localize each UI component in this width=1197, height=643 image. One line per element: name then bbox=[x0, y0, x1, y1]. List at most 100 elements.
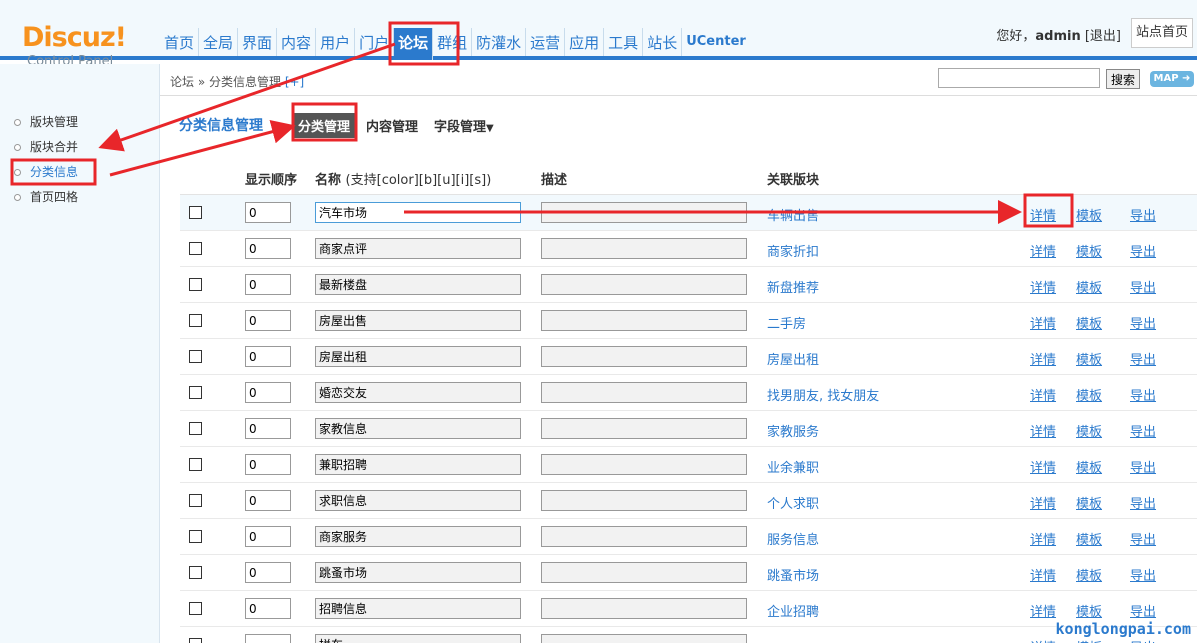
order-input[interactable] bbox=[245, 598, 291, 619]
row-checkbox[interactable] bbox=[189, 422, 202, 435]
logo[interactable]: Discuz! Control Panel bbox=[22, 24, 132, 70]
detail-link[interactable]: 详情 bbox=[1030, 529, 1056, 548]
template-link[interactable]: 模板 bbox=[1076, 385, 1102, 404]
detail-link[interactable]: 详情 bbox=[1030, 565, 1056, 584]
export-link[interactable]: 导出 bbox=[1130, 349, 1156, 368]
nav-item-7[interactable]: 群组 bbox=[433, 28, 473, 56]
order-input[interactable] bbox=[245, 562, 291, 583]
order-input[interactable] bbox=[245, 418, 291, 439]
sidebar-item-2[interactable]: 分类信息 bbox=[0, 160, 159, 185]
row-checkbox[interactable] bbox=[189, 206, 202, 219]
desc-input[interactable] bbox=[541, 382, 747, 403]
desc-input[interactable] bbox=[541, 346, 747, 367]
name-input[interactable] bbox=[315, 202, 521, 223]
row-checkbox[interactable] bbox=[189, 386, 202, 399]
linked-forum-link[interactable]: 业余兼职 bbox=[767, 457, 819, 476]
map-button[interactable]: MAP ➜ bbox=[1150, 71, 1194, 87]
export-link[interactable]: 导出 bbox=[1130, 457, 1156, 476]
name-input[interactable] bbox=[315, 490, 521, 511]
name-input[interactable] bbox=[315, 562, 521, 583]
order-input[interactable] bbox=[245, 346, 291, 367]
nav-item-12[interactable]: 站长 bbox=[643, 28, 683, 56]
name-input[interactable] bbox=[315, 418, 521, 439]
row-checkbox[interactable] bbox=[189, 314, 202, 327]
template-link[interactable]: 模板 bbox=[1076, 277, 1102, 296]
search-input[interactable] bbox=[938, 68, 1100, 88]
linked-forum-link[interactable]: 家教服务 bbox=[767, 421, 819, 440]
order-input[interactable] bbox=[245, 526, 291, 547]
export-link[interactable]: 导出 bbox=[1130, 493, 1156, 512]
linked-forum-link[interactable]: 跳蚤市场 bbox=[767, 565, 819, 584]
template-link[interactable]: 模板 bbox=[1076, 601, 1102, 620]
linked-forum-link[interactable]: 企业招聘 bbox=[767, 601, 819, 620]
template-link[interactable]: 模板 bbox=[1076, 421, 1102, 440]
site-home-button[interactable]: 站点首页 bbox=[1131, 18, 1193, 48]
template-link[interactable]: 模板 bbox=[1076, 493, 1102, 512]
template-link[interactable]: 模板 bbox=[1076, 529, 1102, 548]
sidebar-item-3[interactable]: 首页四格 bbox=[0, 185, 159, 210]
template-link[interactable]: 模板 bbox=[1076, 313, 1102, 332]
export-link[interactable]: 导出 bbox=[1130, 565, 1156, 584]
breadcrumb-add-link[interactable]: [+] bbox=[285, 75, 304, 89]
detail-link[interactable]: 详情 bbox=[1030, 241, 1056, 260]
export-link[interactable]: 导出 bbox=[1130, 241, 1156, 260]
nav-item-4[interactable]: 用户 bbox=[316, 28, 356, 56]
linked-forum-link[interactable]: 找男朋友, 找女朋友 bbox=[767, 385, 879, 404]
desc-input[interactable] bbox=[541, 598, 747, 619]
row-checkbox[interactable] bbox=[189, 278, 202, 291]
desc-input[interactable] bbox=[541, 202, 747, 223]
order-input[interactable] bbox=[245, 490, 291, 511]
nav-item-8[interactable]: 防灌水 bbox=[472, 28, 527, 56]
nav-item-13[interactable]: UCenter bbox=[682, 28, 750, 56]
detail-link[interactable]: 详情 bbox=[1030, 637, 1056, 643]
nav-item-10[interactable]: 应用 bbox=[565, 28, 605, 56]
row-checkbox[interactable] bbox=[189, 242, 202, 255]
detail-link[interactable]: 详情 bbox=[1030, 385, 1056, 404]
detail-link[interactable]: 详情 bbox=[1030, 313, 1056, 332]
name-input[interactable] bbox=[315, 274, 521, 295]
template-link[interactable]: 模板 bbox=[1076, 205, 1102, 224]
linked-forum-link[interactable]: 个人求职 bbox=[767, 493, 819, 512]
detail-link[interactable]: 详情 bbox=[1030, 277, 1056, 296]
linked-forum-link[interactable]: 服务信息 bbox=[767, 529, 819, 548]
export-link[interactable]: 导出 bbox=[1130, 385, 1156, 404]
export-link[interactable]: 导出 bbox=[1130, 601, 1156, 620]
name-input[interactable] bbox=[315, 238, 521, 259]
nav-item-3[interactable]: 内容 bbox=[277, 28, 317, 56]
export-link[interactable]: 导出 bbox=[1130, 313, 1156, 332]
desc-input[interactable] bbox=[541, 454, 747, 475]
desc-input[interactable] bbox=[541, 238, 747, 259]
order-input[interactable] bbox=[245, 202, 291, 223]
order-input[interactable] bbox=[245, 634, 291, 643]
name-input[interactable] bbox=[315, 382, 521, 403]
row-checkbox[interactable] bbox=[189, 530, 202, 543]
desc-input[interactable] bbox=[541, 274, 747, 295]
template-link[interactable]: 模板 bbox=[1076, 457, 1102, 476]
row-checkbox[interactable] bbox=[189, 638, 202, 643]
nav-item-1[interactable]: 全局 bbox=[199, 28, 239, 56]
desc-input[interactable] bbox=[541, 490, 747, 511]
nav-item-5[interactable]: 门户 bbox=[355, 28, 395, 56]
name-input[interactable] bbox=[315, 310, 521, 331]
detail-link[interactable]: 详情 bbox=[1030, 457, 1056, 476]
logout-link[interactable]: [退出] bbox=[1085, 29, 1121, 44]
sidebar-item-0[interactable]: 版块管理 bbox=[0, 110, 159, 135]
search-button[interactable]: 搜索 bbox=[1106, 69, 1140, 89]
tab-content-manage[interactable]: 内容管理 bbox=[360, 113, 424, 138]
linked-forum-link[interactable]: 房屋出租 bbox=[767, 349, 819, 368]
desc-input[interactable] bbox=[541, 310, 747, 331]
export-link[interactable]: 导出 bbox=[1130, 421, 1156, 440]
export-link[interactable]: 导出 bbox=[1130, 529, 1156, 548]
order-input[interactable] bbox=[245, 382, 291, 403]
nav-item-0[interactable]: 首页 bbox=[160, 28, 200, 56]
order-input[interactable] bbox=[245, 274, 291, 295]
detail-link[interactable]: 详情 bbox=[1030, 349, 1056, 368]
template-link[interactable]: 模板 bbox=[1076, 565, 1102, 584]
desc-input[interactable] bbox=[541, 634, 747, 643]
linked-forum-link[interactable]: 车辆出售 bbox=[767, 205, 819, 224]
detail-link[interactable]: 详情 bbox=[1030, 205, 1056, 224]
order-input[interactable] bbox=[245, 454, 291, 475]
template-link[interactable]: 模板 bbox=[1076, 349, 1102, 368]
name-input[interactable] bbox=[315, 598, 521, 619]
nav-item-6[interactable]: 论坛 bbox=[394, 28, 434, 60]
